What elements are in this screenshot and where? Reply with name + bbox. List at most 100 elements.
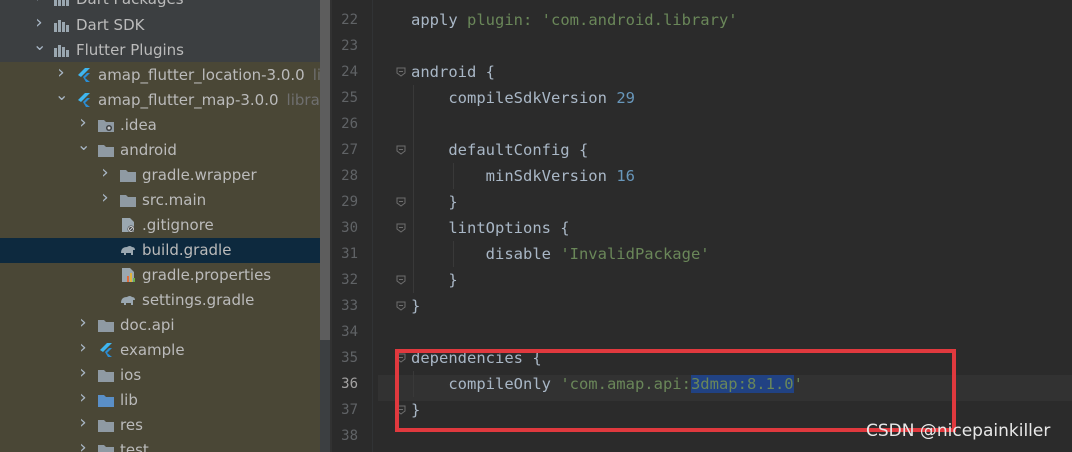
code-token: plugin: (467, 11, 542, 29)
tree-row[interactable]: › Dart SDK (0, 13, 320, 38)
tree-row-label: amap_flutter_location-3.0.0libra (98, 65, 332, 85)
tree-row[interactable]: .gitignore (0, 213, 320, 238)
fold-marker-icon[interactable] (396, 197, 406, 207)
code-line[interactable]: apply plugin: 'com.android.library' (411, 7, 738, 33)
csdn-watermark: CSDN @nicepainkiller (866, 421, 1051, 441)
tree-row-label: build.gradle (142, 241, 232, 259)
code-token: 16 (616, 167, 635, 185)
tree-row[interactable]: › example (0, 338, 320, 363)
chevron-right-icon[interactable]: › (99, 189, 111, 207)
tree-row[interactable]: › test (0, 438, 320, 452)
project-tree-scrollbar[interactable] (320, 0, 330, 340)
flutter-icon (97, 342, 115, 358)
tree-row[interactable]: gradle.properties (0, 263, 320, 288)
line-number: 32 (341, 272, 358, 288)
code-token: minSdkVersion (411, 167, 617, 185)
line-number: 36 (341, 376, 358, 392)
flutter-icon (75, 92, 93, 108)
tree-row[interactable]: › ios (0, 363, 320, 388)
tree-row-label: .idea (120, 116, 157, 134)
fold-marker-icon[interactable] (396, 301, 406, 311)
folder-icon (97, 317, 115, 333)
indent-guide (453, 241, 454, 267)
code-line[interactable]: } (411, 293, 420, 319)
folder-icon (119, 167, 137, 183)
line-number: 37 (341, 402, 358, 418)
code-token: 29 (616, 89, 635, 107)
folder-icon (97, 142, 115, 158)
folder-icon (97, 367, 115, 383)
code-line[interactable]: disable 'InvalidPackage' (411, 241, 710, 267)
line-number: 33 (341, 298, 358, 314)
code-token: disable (411, 245, 561, 263)
chevron-right-icon[interactable]: › (77, 314, 89, 332)
chevron-right-icon[interactable]: › (55, 64, 67, 82)
code-line[interactable]: minSdkVersion 16 (411, 163, 635, 189)
chevron-right-icon[interactable]: › (77, 114, 89, 132)
tree-row[interactable]: › src.main (0, 188, 320, 213)
tree-row-label: android (120, 141, 177, 159)
chevron-down-icon[interactable]: ⌄ (33, 36, 46, 54)
tree-row-label: settings.gradle (142, 291, 255, 309)
line-number: 29 (341, 194, 358, 210)
project-tree-panel: › Dart Packages › Dart SDK ⌄ Flutter Plugins ›… (0, 0, 332, 452)
code-token: } (411, 193, 458, 211)
tree-row[interactable]: settings.gradle (0, 288, 320, 313)
line-number: 38 (341, 428, 358, 444)
chevron-right-icon[interactable]: › (77, 389, 89, 407)
tree-row[interactable]: ⌄ android (0, 136, 320, 163)
code-line[interactable]: android { (411, 59, 495, 85)
code-token: 'com.android.library' (541, 11, 738, 29)
code-line[interactable]: compileSdkVersion 29 (411, 85, 635, 111)
chevron-right-icon[interactable]: › (33, 14, 45, 32)
tree-row-label: ios (120, 366, 142, 384)
line-number: 35 (341, 350, 358, 366)
tree-row[interactable]: › doc.api (0, 313, 320, 338)
tree-row[interactable]: › amap_flutter_location-3.0.0libra (0, 63, 332, 88)
code-line[interactable]: lintOptions { (411, 215, 569, 241)
fold-marker-icon[interactable] (396, 145, 406, 155)
flutter-icon (75, 67, 93, 83)
chevron-down-icon[interactable]: ⌄ (55, 86, 68, 104)
chevron-right-icon[interactable]: › (77, 339, 89, 357)
fold-marker-icon[interactable] (396, 223, 406, 233)
indent-guide (453, 163, 454, 189)
tree-row-label: src.main (142, 191, 207, 209)
folder-icon (97, 442, 115, 452)
tree-row[interactable]: › res (0, 413, 320, 438)
folder-icon (97, 417, 115, 433)
chevron-right-icon[interactable]: › (99, 164, 111, 182)
properties-file-icon (119, 267, 137, 283)
tree-row[interactable]: build.gradle (0, 238, 320, 263)
code-line[interactable]: } (411, 189, 458, 215)
tree-row[interactable]: › Dart Packages (0, 0, 320, 12)
tree-row[interactable]: › .idea (0, 113, 320, 138)
line-number: 31 (341, 246, 358, 262)
gradle-elephant-icon (119, 292, 137, 308)
line-number: 30 (341, 220, 358, 236)
gradle-elephant-icon (119, 242, 137, 258)
tree-row[interactable]: › gradle.wrapper (0, 163, 320, 188)
line-number: 23 (341, 38, 358, 54)
line-number: 25 (341, 90, 358, 106)
tree-row-label: res (120, 416, 143, 434)
tree-row[interactable]: ⌄ Flutter Plugins (0, 36, 320, 63)
chevron-right-icon[interactable]: › (33, 0, 45, 6)
tree-row[interactable]: › lib (0, 388, 320, 413)
chevron-right-icon[interactable]: › (77, 414, 89, 432)
tree-row-label: test (120, 441, 149, 452)
chevron-down-icon[interactable]: ⌄ (77, 136, 90, 154)
tree-row-label: gradle.properties (142, 266, 272, 284)
code-line[interactable]: defaultConfig { (411, 137, 588, 163)
tree-row-label: gradle.wrapper (142, 166, 257, 184)
code-line[interactable]: } (411, 267, 457, 293)
line-number: 22 (341, 12, 358, 28)
fold-marker-icon[interactable] (396, 67, 406, 77)
library-icon (53, 0, 71, 7)
tree-row[interactable]: ⌄ amap_flutter_map-3.0.0library r (0, 86, 332, 113)
library-icon (53, 17, 71, 33)
chevron-right-icon[interactable]: › (77, 364, 89, 382)
chevron-right-icon[interactable]: › (77, 439, 89, 452)
fold-marker-icon[interactable] (396, 275, 406, 285)
line-number: 26 (341, 116, 358, 132)
